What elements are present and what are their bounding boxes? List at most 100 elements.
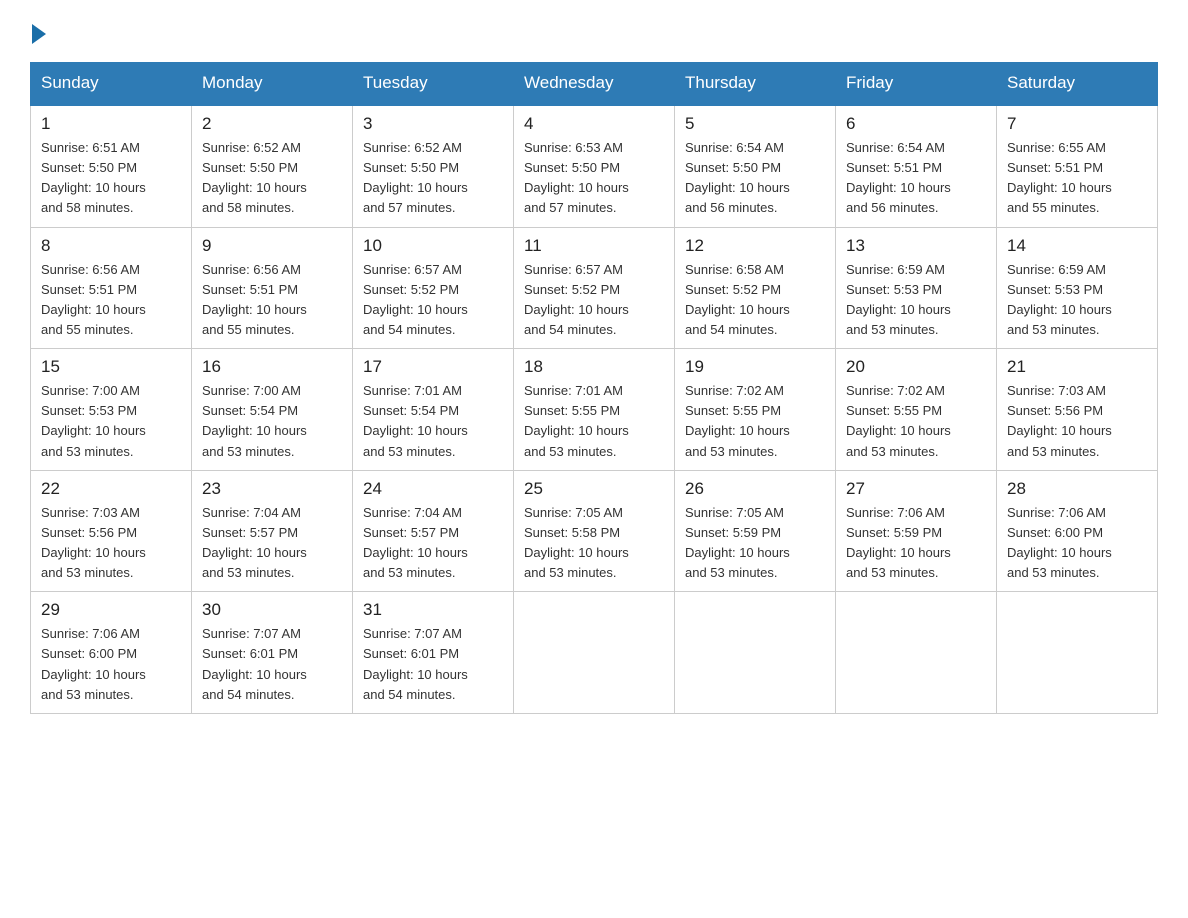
- calendar-cell: [836, 592, 997, 714]
- calendar-cell: [675, 592, 836, 714]
- day-info: Sunrise: 6:59 AMSunset: 5:53 PMDaylight:…: [1007, 260, 1147, 341]
- calendar-cell: 27 Sunrise: 7:06 AMSunset: 5:59 PMDaylig…: [836, 470, 997, 592]
- day-info: Sunrise: 7:04 AMSunset: 5:57 PMDaylight:…: [202, 503, 342, 584]
- day-number: 4: [524, 114, 664, 134]
- day-info: Sunrise: 7:01 AMSunset: 5:54 PMDaylight:…: [363, 381, 503, 462]
- calendar-week-row: 15 Sunrise: 7:00 AMSunset: 5:53 PMDaylig…: [31, 349, 1158, 471]
- day-number: 30: [202, 600, 342, 620]
- calendar-cell: 16 Sunrise: 7:00 AMSunset: 5:54 PMDaylig…: [192, 349, 353, 471]
- calendar-cell: 22 Sunrise: 7:03 AMSunset: 5:56 PMDaylig…: [31, 470, 192, 592]
- day-info: Sunrise: 7:07 AMSunset: 6:01 PMDaylight:…: [202, 624, 342, 705]
- day-info: Sunrise: 7:00 AMSunset: 5:54 PMDaylight:…: [202, 381, 342, 462]
- day-number: 10: [363, 236, 503, 256]
- day-info: Sunrise: 7:04 AMSunset: 5:57 PMDaylight:…: [363, 503, 503, 584]
- day-info: Sunrise: 6:57 AMSunset: 5:52 PMDaylight:…: [363, 260, 503, 341]
- day-info: Sunrise: 7:05 AMSunset: 5:58 PMDaylight:…: [524, 503, 664, 584]
- day-info: Sunrise: 6:52 AMSunset: 5:50 PMDaylight:…: [363, 138, 503, 219]
- calendar-week-row: 8 Sunrise: 6:56 AMSunset: 5:51 PMDayligh…: [31, 227, 1158, 349]
- day-info: Sunrise: 7:02 AMSunset: 5:55 PMDaylight:…: [846, 381, 986, 462]
- calendar-week-row: 1 Sunrise: 6:51 AMSunset: 5:50 PMDayligh…: [31, 105, 1158, 228]
- day-info: Sunrise: 6:53 AMSunset: 5:50 PMDaylight:…: [524, 138, 664, 219]
- day-number: 24: [363, 479, 503, 499]
- calendar-cell: 7 Sunrise: 6:55 AMSunset: 5:51 PMDayligh…: [997, 105, 1158, 228]
- calendar-cell: 12 Sunrise: 6:58 AMSunset: 5:52 PMDaylig…: [675, 227, 836, 349]
- day-number: 8: [41, 236, 181, 256]
- calendar-cell: [997, 592, 1158, 714]
- day-number: 25: [524, 479, 664, 499]
- column-header-wednesday: Wednesday: [514, 63, 675, 105]
- day-number: 11: [524, 236, 664, 256]
- calendar-cell: 6 Sunrise: 6:54 AMSunset: 5:51 PMDayligh…: [836, 105, 997, 228]
- calendar-cell: 19 Sunrise: 7:02 AMSunset: 5:55 PMDaylig…: [675, 349, 836, 471]
- day-number: 29: [41, 600, 181, 620]
- day-number: 26: [685, 479, 825, 499]
- column-header-monday: Monday: [192, 63, 353, 105]
- day-number: 21: [1007, 357, 1147, 377]
- day-info: Sunrise: 7:00 AMSunset: 5:53 PMDaylight:…: [41, 381, 181, 462]
- day-number: 27: [846, 479, 986, 499]
- day-info: Sunrise: 7:05 AMSunset: 5:59 PMDaylight:…: [685, 503, 825, 584]
- calendar-cell: 29 Sunrise: 7:06 AMSunset: 6:00 PMDaylig…: [31, 592, 192, 714]
- day-info: Sunrise: 7:06 AMSunset: 6:00 PMDaylight:…: [41, 624, 181, 705]
- logo: [30, 20, 46, 44]
- day-number: 1: [41, 114, 181, 134]
- day-number: 22: [41, 479, 181, 499]
- day-info: Sunrise: 6:54 AMSunset: 5:50 PMDaylight:…: [685, 138, 825, 219]
- day-number: 13: [846, 236, 986, 256]
- calendar-cell: 24 Sunrise: 7:04 AMSunset: 5:57 PMDaylig…: [353, 470, 514, 592]
- day-number: 6: [846, 114, 986, 134]
- day-number: 23: [202, 479, 342, 499]
- calendar-cell: 2 Sunrise: 6:52 AMSunset: 5:50 PMDayligh…: [192, 105, 353, 228]
- calendar-week-row: 29 Sunrise: 7:06 AMSunset: 6:00 PMDaylig…: [31, 592, 1158, 714]
- day-number: 15: [41, 357, 181, 377]
- calendar-cell: 3 Sunrise: 6:52 AMSunset: 5:50 PMDayligh…: [353, 105, 514, 228]
- day-number: 18: [524, 357, 664, 377]
- calendar-cell: 18 Sunrise: 7:01 AMSunset: 5:55 PMDaylig…: [514, 349, 675, 471]
- column-header-tuesday: Tuesday: [353, 63, 514, 105]
- day-number: 5: [685, 114, 825, 134]
- day-info: Sunrise: 7:03 AMSunset: 5:56 PMDaylight:…: [1007, 381, 1147, 462]
- day-info: Sunrise: 7:01 AMSunset: 5:55 PMDaylight:…: [524, 381, 664, 462]
- calendar-cell: 20 Sunrise: 7:02 AMSunset: 5:55 PMDaylig…: [836, 349, 997, 471]
- column-header-saturday: Saturday: [997, 63, 1158, 105]
- calendar-cell: 1 Sunrise: 6:51 AMSunset: 5:50 PMDayligh…: [31, 105, 192, 228]
- calendar-cell: 11 Sunrise: 6:57 AMSunset: 5:52 PMDaylig…: [514, 227, 675, 349]
- day-number: 7: [1007, 114, 1147, 134]
- calendar-cell: 21 Sunrise: 7:03 AMSunset: 5:56 PMDaylig…: [997, 349, 1158, 471]
- day-number: 16: [202, 357, 342, 377]
- day-number: 2: [202, 114, 342, 134]
- calendar-cell: 23 Sunrise: 7:04 AMSunset: 5:57 PMDaylig…: [192, 470, 353, 592]
- calendar-cell: 26 Sunrise: 7:05 AMSunset: 5:59 PMDaylig…: [675, 470, 836, 592]
- day-number: 28: [1007, 479, 1147, 499]
- column-header-thursday: Thursday: [675, 63, 836, 105]
- calendar-cell: 5 Sunrise: 6:54 AMSunset: 5:50 PMDayligh…: [675, 105, 836, 228]
- calendar-cell: 17 Sunrise: 7:01 AMSunset: 5:54 PMDaylig…: [353, 349, 514, 471]
- calendar-cell: 10 Sunrise: 6:57 AMSunset: 5:52 PMDaylig…: [353, 227, 514, 349]
- day-info: Sunrise: 7:03 AMSunset: 5:56 PMDaylight:…: [41, 503, 181, 584]
- day-info: Sunrise: 7:02 AMSunset: 5:55 PMDaylight:…: [685, 381, 825, 462]
- column-header-friday: Friday: [836, 63, 997, 105]
- day-number: 12: [685, 236, 825, 256]
- calendar-table: SundayMondayTuesdayWednesdayThursdayFrid…: [30, 62, 1158, 714]
- calendar-cell: 15 Sunrise: 7:00 AMSunset: 5:53 PMDaylig…: [31, 349, 192, 471]
- column-header-sunday: Sunday: [31, 63, 192, 105]
- day-info: Sunrise: 7:06 AMSunset: 6:00 PMDaylight:…: [1007, 503, 1147, 584]
- day-number: 17: [363, 357, 503, 377]
- day-info: Sunrise: 6:59 AMSunset: 5:53 PMDaylight:…: [846, 260, 986, 341]
- calendar-cell: 28 Sunrise: 7:06 AMSunset: 6:00 PMDaylig…: [997, 470, 1158, 592]
- calendar-cell: 25 Sunrise: 7:05 AMSunset: 5:58 PMDaylig…: [514, 470, 675, 592]
- day-info: Sunrise: 6:52 AMSunset: 5:50 PMDaylight:…: [202, 138, 342, 219]
- day-info: Sunrise: 6:54 AMSunset: 5:51 PMDaylight:…: [846, 138, 986, 219]
- day-number: 14: [1007, 236, 1147, 256]
- calendar-cell: [514, 592, 675, 714]
- calendar-cell: 31 Sunrise: 7:07 AMSunset: 6:01 PMDaylig…: [353, 592, 514, 714]
- calendar-header-row: SundayMondayTuesdayWednesdayThursdayFrid…: [31, 63, 1158, 105]
- calendar-cell: 8 Sunrise: 6:56 AMSunset: 5:51 PMDayligh…: [31, 227, 192, 349]
- day-number: 9: [202, 236, 342, 256]
- page-header: [30, 20, 1158, 44]
- calendar-cell: 30 Sunrise: 7:07 AMSunset: 6:01 PMDaylig…: [192, 592, 353, 714]
- day-number: 20: [846, 357, 986, 377]
- logo-arrow-icon: [32, 24, 46, 44]
- day-info: Sunrise: 7:06 AMSunset: 5:59 PMDaylight:…: [846, 503, 986, 584]
- day-info: Sunrise: 7:07 AMSunset: 6:01 PMDaylight:…: [363, 624, 503, 705]
